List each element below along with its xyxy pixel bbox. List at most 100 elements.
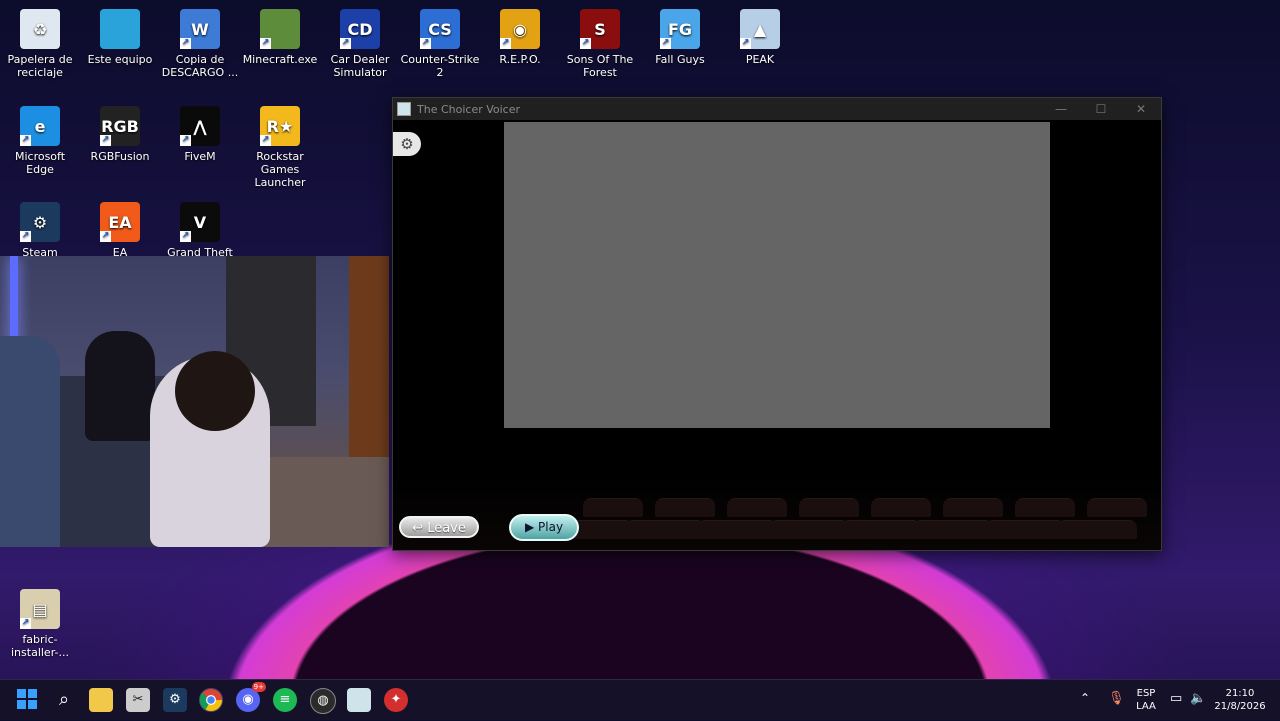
chevron-up-icon[interactable]: ⌃ (1080, 692, 1090, 705)
desktop-icon-label: fabric-installer-... (11, 633, 69, 659)
desktop-icon-fivem[interactable]: ⋀ ↗ FiveM (160, 102, 240, 163)
spotify-icon[interactable]: ≡ (273, 688, 297, 712)
file-explorer-icon[interactable] (89, 688, 113, 712)
peak-icon: ▲ ↗ (740, 9, 780, 49)
desktop-icon-word-document[interactable]: W ↗ Copia de DESCARGO ... (160, 5, 240, 79)
desktop-icon-fabric-installer[interactable]: ▤ ↗ fabric-installer-... (0, 585, 80, 659)
choicer-voicer-taskbar-icon[interactable] (347, 688, 371, 712)
desktop-icon-label: Rockstar Games Launcher (254, 150, 306, 189)
shortcut-arrow-icon: ↗ (100, 135, 111, 146)
window-title: The Choicer Voicer (417, 102, 521, 116)
shortcut-arrow-icon: ↗ (20, 618, 31, 629)
shortcut-arrow-icon: ↗ (180, 231, 191, 242)
minimize-button[interactable]: — (1041, 98, 1081, 120)
windows-icon (17, 689, 37, 709)
cinema-seat (1057, 520, 1137, 539)
desktop-icon-label: R.E.P.O. (499, 53, 541, 66)
obs-icon[interactable]: ◍ (310, 688, 336, 714)
desktop-icon-edge[interactable]: e ↗ Microsoft Edge (0, 102, 80, 176)
shortcut-arrow-icon: ↗ (260, 135, 271, 146)
game-viewport: ⚙ ↩ Leave ▶ Play (393, 120, 1161, 550)
sons-of-the-forest-icon: S ↗ (580, 9, 620, 49)
desktop-icon-counter-strike[interactable]: CS ↗ Counter-Strike 2 (400, 5, 480, 79)
leave-label: Leave (427, 521, 466, 536)
desktop-icon-ea[interactable]: EA ↗ EA (80, 198, 160, 259)
webcam-person-front-head (175, 351, 255, 431)
desktop-icon-label: Counter-Strike 2 (400, 53, 480, 79)
clock-date: 21/8/2026 (1214, 701, 1266, 712)
webcam-person-left (0, 336, 60, 547)
play-icon: ▶ (524, 520, 535, 534)
discord-icon[interactable]: ◉ 9+ (236, 682, 266, 712)
minecraft-icon: ↗ (260, 9, 300, 49)
rgbfusion-icon: RGB ↗ (100, 106, 140, 146)
cinema-seat (1015, 498, 1075, 517)
settings-button[interactable]: ⚙ (393, 132, 421, 156)
cinema-seat (871, 498, 931, 517)
network-icon[interactable]: ▭ (1170, 692, 1182, 705)
language-indicator[interactable]: ESP LAA (1134, 687, 1158, 713)
desktop-icon-repo[interactable]: ◉ ↗ R.E.P.O. (480, 5, 560, 66)
cinema-seat (727, 498, 787, 517)
desktop-icon-sons-of-the-forest[interactable]: S ↗ Sons Of The Forest (560, 5, 640, 79)
maximize-button[interactable]: ☐ (1081, 98, 1121, 120)
rockstar-icon: R★ ↗ (260, 106, 300, 146)
webcam-person-middle (85, 331, 155, 441)
cinema-seat (625, 520, 705, 539)
close-button[interactable]: ✕ (1121, 98, 1161, 120)
start-button[interactable] (15, 688, 39, 712)
app-red-icon[interactable]: ✦ (384, 688, 408, 712)
cinema-seats (393, 490, 1161, 550)
chrome-logo (199, 689, 222, 711)
recycle-bin-icon: ♻ (20, 9, 60, 49)
shortcut-arrow-icon: ↗ (20, 135, 31, 146)
desktop-icon-car-dealer[interactable]: CD ↗ Car Dealer Simulator (320, 5, 400, 79)
leave-button[interactable]: ↩ Leave (399, 516, 479, 538)
snipping-tool-icon[interactable]: ✂ (126, 688, 150, 712)
taskbar: ⌕ ✂ ⚙ ◉ 9+ ≡ ◍ ✦ ⌃ 🎙 ESP LAA ▭ 🔈 21:10 2… (0, 679, 1280, 720)
desktop-icon-rockstar[interactable]: R★ ↗ Rockstar Games Launcher (240, 102, 320, 189)
cinema-seat (583, 498, 643, 517)
desktop-icon-label: Car Dealer Simulator (330, 53, 390, 79)
steam-taskbar-icon[interactable]: ⚙ (163, 688, 187, 712)
desktop-icon-peak[interactable]: ▲ ↗ PEAK (720, 5, 800, 66)
car-dealer-icon: CD ↗ (340, 9, 380, 49)
desktop-icon-label: Papelera de reciclaje (7, 53, 73, 79)
desktop-icon-fall-guys[interactable]: FG ↗ Fall Guys (640, 5, 720, 66)
leave-icon: ↩ (412, 521, 424, 536)
keyboard-layout: LAA (1136, 701, 1156, 712)
fabric-installer-icon: ▤ ↗ (20, 589, 60, 629)
cinema-seat (697, 520, 777, 539)
desktop-icon-label: RGBFusion (90, 150, 150, 163)
cinema-screen (504, 122, 1050, 428)
cinema-seat (1087, 498, 1147, 517)
shortcut-arrow-icon: ↗ (420, 38, 431, 49)
computer-icon (100, 9, 140, 49)
play-button[interactable]: ▶ Play (509, 514, 579, 541)
gear-icon: ⚙ (400, 135, 414, 153)
chrome-icon[interactable] (199, 688, 223, 712)
app-window: The Choicer Voicer — ☐ ✕ ⚙ ↩ Leave ▶ Pla… (392, 97, 1162, 551)
shortcut-arrow-icon: ↗ (260, 38, 271, 49)
desktop-icon-recycle-bin[interactable]: ♻ Papelera de reciclaje (0, 5, 80, 79)
search-icon[interactable]: ⌕ (52, 688, 76, 712)
cinema-seat (985, 520, 1065, 539)
shortcut-arrow-icon: ↗ (500, 38, 511, 49)
window-titlebar[interactable]: The Choicer Voicer — ☐ ✕ (393, 98, 1161, 120)
shortcut-arrow-icon: ↗ (180, 135, 191, 146)
shortcut-arrow-icon: ↗ (580, 38, 591, 49)
desktop-icon-label: FiveM (184, 150, 216, 163)
shortcut-arrow-icon: ↗ (340, 38, 351, 49)
microphone-icon[interactable]: 🎙 (1108, 692, 1125, 705)
desktop-icon-steam[interactable]: ⚙ ↗ Steam (0, 198, 80, 259)
desktop-icon-computer[interactable]: Este equipo (80, 5, 160, 66)
app-icon (397, 102, 411, 116)
desktop-icon-minecraft[interactable]: ↗ Minecraft.exe (240, 5, 320, 66)
desktop-icon-rgbfusion[interactable]: RGB ↗ RGBFusion (80, 102, 160, 163)
clock[interactable]: 21:10 21/8/2026 (1212, 687, 1268, 713)
volume-icon[interactable]: 🔈 (1190, 692, 1206, 705)
word-document-icon: W ↗ (180, 9, 220, 49)
cinema-seat (841, 520, 921, 539)
desktop-icon-label: Este equipo (87, 53, 153, 66)
cinema-seat (655, 498, 715, 517)
